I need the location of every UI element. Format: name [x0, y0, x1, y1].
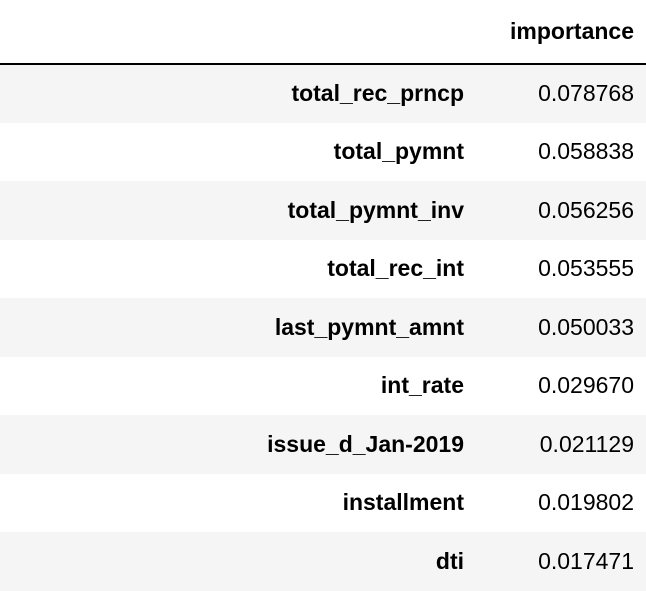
row-index-label: total_rec_prncp: [291, 80, 464, 107]
index-header-cell: [0, 0, 484, 65]
importance-value: 0.017471: [538, 547, 634, 574]
table-body: total_rec_prncp 0.078768 total_pymnt 0.0…: [0, 64, 646, 591]
row-index-label: total_rec_int: [327, 255, 464, 282]
table-row: int_rate 0.029670: [0, 356, 646, 415]
table-row: total_pymnt 0.058838: [0, 122, 646, 181]
importance-value: 0.058838: [538, 138, 634, 165]
table-row: last_pymnt_amnt 0.050033: [0, 298, 646, 357]
table-row: dti 0.017471: [0, 532, 646, 591]
importance-value: 0.050033: [538, 313, 634, 340]
table-row: installment 0.019802: [0, 473, 646, 532]
row-index-label: last_pymnt_amnt: [274, 313, 464, 340]
row-index-label: dti: [435, 547, 464, 574]
column-header-importance: importance: [484, 0, 646, 65]
table-header: importance: [0, 0, 646, 65]
table-row: total_rec_prncp 0.078768: [0, 64, 646, 123]
row-index-label: issue_d_Jan-2019: [267, 430, 464, 457]
table-row: issue_d_Jan-2019 0.021129: [0, 415, 646, 474]
importance-value: 0.029670: [538, 372, 634, 399]
importance-value: 0.021129: [539, 430, 634, 457]
header-row: importance: [0, 0, 646, 65]
importance-value: 0.056256: [538, 196, 634, 223]
table-row: total_pymnt_inv 0.056256: [0, 181, 646, 240]
importance-value: 0.078768: [538, 80, 634, 107]
dataframe-table: importance total_rec_prncp 0.078768 tota…: [0, 0, 646, 591]
row-index-label: total_pymnt_inv: [287, 196, 464, 223]
row-index-label: installment: [342, 489, 464, 516]
importance-value: 0.053555: [538, 255, 634, 282]
row-index-label: total_pymnt: [333, 138, 464, 165]
importance-value: 0.019802: [538, 489, 634, 516]
row-index-label: int_rate: [380, 372, 464, 399]
table-row: total_rec_int 0.053555: [0, 239, 646, 298]
